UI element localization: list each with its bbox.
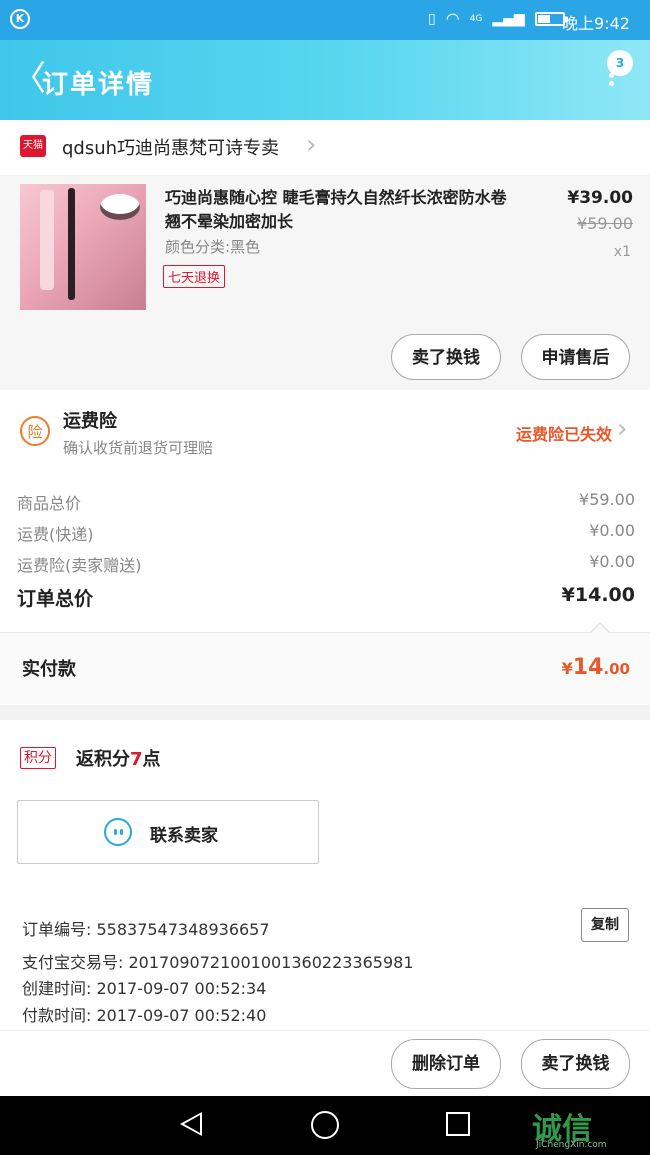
store-name: qdsuh巧迪尚惠梵可诗专卖 [62, 138, 280, 159]
contact-seller-button[interactable]: 联系卖家 [17, 800, 319, 864]
app-k-icon: K [10, 9, 30, 29]
points-count: 7 [130, 749, 143, 770]
product-name[interactable]: 巧迪尚惠随心控 睫毛膏持久自然纤长浓密防水卷翘不晕染加密加长 [165, 186, 515, 234]
product-variant: 颜色分类:黑色 [165, 238, 261, 256]
nav-home-icon[interactable] [311, 1111, 339, 1139]
points-tag: 积分 [20, 747, 56, 769]
subtotal-value: ¥59.00 [579, 490, 635, 509]
product-quantity: x1 [613, 244, 631, 260]
insurance-subtitle: 确认收货前退货可理赔 [63, 439, 214, 457]
battery-icon [534, 11, 568, 26]
actual-payment-row: 实付款 ¥14.00 [0, 632, 650, 705]
chevron-right-icon: › [306, 130, 317, 160]
alipay-number: 支付宝交易号: 2017090721001001360223365981 [22, 953, 414, 972]
insurance-fee-label: 运费险(卖家赠送) [17, 556, 142, 575]
points-text: 返积分7点 [76, 745, 161, 771]
divider-caret-inner [591, 624, 609, 633]
more-icon[interactable] [606, 70, 616, 89]
tmall-icon: 天猫 [20, 135, 46, 157]
order-info: 订单编号: 55837547348936657 支付宝交易号: 20170907… [0, 888, 650, 1030]
watermark-url: JiChengXin.com [536, 1140, 607, 1150]
copy-button[interactable]: 复制 [581, 908, 629, 942]
shipping-label: 运费(快递) [17, 525, 94, 544]
nav-back-icon[interactable] [180, 1112, 202, 1136]
chevron-right-icon: › [617, 414, 628, 444]
paid-currency: ¥ [561, 659, 573, 678]
shipping-insurance-row[interactable]: 险 运费险 确认收货前退货可理赔 运费险已失效 › [0, 390, 650, 468]
order-total-label: 订单总价 [17, 588, 94, 610]
insurance-status: 运费险已失效 [515, 425, 612, 444]
status-icons: ▯ ◠ 4G ▂▄▆ [428, 9, 568, 28]
product-card: 巧迪尚惠随心控 睫毛膏持久自然纤长浓密防水卷翘不晕染加密加长 颜色分类:黑色 七… [0, 176, 650, 390]
paid-cents: .00 [603, 660, 630, 678]
original-price: ¥59.00 [577, 214, 633, 233]
system-nav-bar: 诚信 JiChengXin.com [0, 1096, 650, 1155]
after-sale-button[interactable]: 申请售后 [521, 334, 630, 380]
delete-order-button[interactable]: 删除订单 [391, 1039, 501, 1089]
order-total-value: ¥14.00 [561, 584, 635, 606]
product-price: ¥39.00 [567, 188, 633, 208]
store-row[interactable]: 天猫 qdsuh巧迪尚惠梵可诗专卖 › [0, 120, 650, 175]
status-bar: K ▯ ◠ 4G ▂▄▆ 晚上9:42 [0, 0, 650, 40]
price-summary: 商品总价 ¥59.00 运费(快递) ¥0.00 运费险(卖家赠送) ¥0.00… [0, 468, 650, 632]
wifi-icon: ◠ [445, 9, 460, 28]
order-number: 订单编号: 55837547348936657 [22, 920, 270, 939]
return-tag: 七天退换 [163, 265, 226, 288]
header-bar: 〈 订单详情 3 [0, 40, 650, 120]
subtotal-label: 商品总价 [17, 494, 82, 513]
nav-recents-icon[interactable] [446, 1112, 470, 1136]
shipping-value: ¥0.00 [589, 521, 635, 540]
page-title: 订单详情 [42, 70, 155, 100]
paid-time: 付款时间: 2017-09-07 00:52:40 [22, 1006, 267, 1025]
created-time: 创建时间: 2017-09-07 00:52:34 [22, 979, 267, 998]
points-suffix: 点 [142, 749, 161, 770]
points-prefix: 返积分 [76, 749, 130, 770]
paid-amount: ¥14.00 [562, 655, 630, 680]
network-label: 4G [469, 13, 483, 24]
points-section: 积分 返积分7点 联系卖家 [0, 720, 650, 888]
footer-actions: 删除订单 卖了换钱 [0, 1030, 650, 1097]
insurance-fee-value: ¥0.00 [589, 552, 635, 571]
vibrate-icon: ▯ [428, 10, 436, 27]
paid-label: 实付款 [22, 659, 76, 680]
product-image[interactable] [20, 184, 146, 310]
resell-button[interactable]: 卖了换钱 [391, 334, 501, 380]
status-time: 晚上9:42 [562, 14, 630, 33]
insurance-icon: 险 [20, 416, 50, 446]
chat-face-icon [104, 818, 132, 846]
contact-seller-label: 联系卖家 [150, 826, 218, 846]
signal-icon: ▂▄▆ [492, 10, 525, 27]
resell-footer-button[interactable]: 卖了换钱 [521, 1039, 630, 1089]
insurance-title: 运费险 [63, 411, 117, 432]
paid-main: 14 [572, 655, 604, 680]
back-icon[interactable]: 〈 [12, 60, 46, 98]
